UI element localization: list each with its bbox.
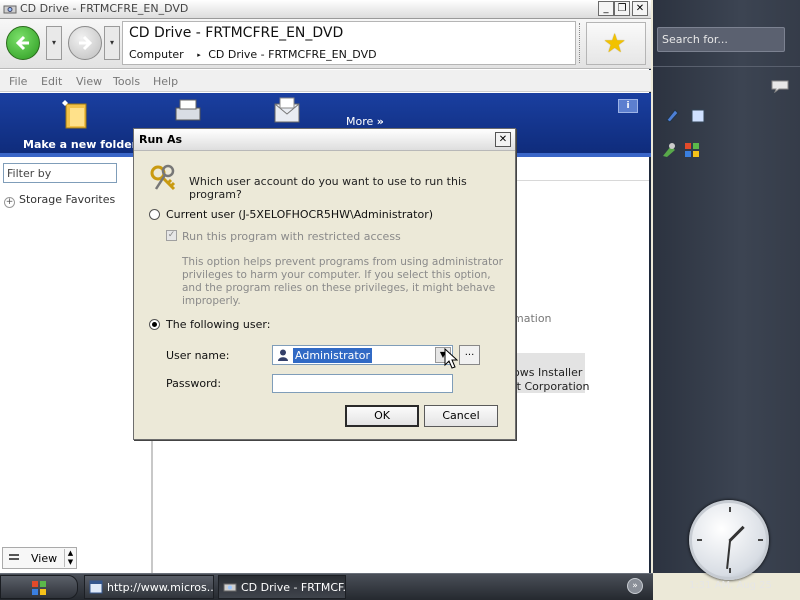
file-company-text: ft Corporation — [513, 380, 590, 393]
breadcrumb-separator-icon[interactable]: ▸ — [197, 51, 201, 59]
favorites-button[interactable]: ★ — [586, 22, 646, 65]
cd-drive-icon — [3, 5, 17, 14]
window-title: CD Drive - FRTMCFRE_EN_DVD — [20, 2, 189, 15]
forward-button[interactable] — [68, 26, 102, 60]
minimize-button[interactable]: _ — [598, 1, 614, 16]
run-as-dialog: Run As ✕ Which user account do you want … — [133, 128, 516, 440]
view-spinner-icon[interactable]: ▲ ▼ — [64, 549, 76, 567]
user-icon — [278, 349, 288, 361]
menu-tools[interactable]: Tools — [113, 75, 140, 88]
dialog-title: Run As — [139, 133, 183, 146]
menu-view[interactable]: View — [76, 75, 102, 88]
taskbar-item-label: CD Drive - FRTMCF... — [241, 581, 346, 594]
password-label: Password: — [166, 377, 222, 390]
current-user-radio[interactable] — [149, 209, 160, 220]
address-box[interactable]: CD Drive - FRTMCFRE_EN_DVD Computer ▸ CD… — [122, 21, 576, 65]
username-combobox[interactable]: Administrator ▼ — [272, 345, 453, 365]
view-label: View — [31, 552, 58, 565]
gadget-tools-icon[interactable] — [661, 142, 677, 158]
email-icon[interactable] — [272, 96, 302, 124]
password-field[interactable] — [272, 374, 453, 393]
show-hidden-icons-button[interactable]: » — [627, 578, 643, 594]
windows-sidebar: Search for... — [653, 0, 800, 580]
back-arrow-icon — [15, 35, 29, 51]
clock-hour-hand — [728, 525, 745, 543]
expand-icon[interactable]: + — [4, 197, 15, 208]
window-titlebar[interactable]: CD Drive - FRTMCFRE_EN_DVD _ ❐ ✕ — [0, 0, 651, 19]
restricted-access-label[interactable]: Run this program with restricted access — [182, 230, 401, 243]
clock-minute-hand — [725, 540, 731, 569]
current-user-label[interactable]: Current user (J-5XELOFHOCR5HW\Administra… — [166, 208, 433, 221]
start-button[interactable] — [0, 575, 78, 599]
analog-clock[interactable] — [689, 500, 769, 580]
info-icon[interactable]: i — [618, 99, 638, 113]
address-toolbar: ▾ ▾ CD Drive - FRTMCFRE_EN_DVD Computer … — [0, 19, 651, 69]
cd-drive-icon — [223, 583, 237, 592]
back-button[interactable] — [6, 26, 40, 60]
partial-column-text: mation — [513, 312, 552, 325]
gadget-blue-icon[interactable] — [664, 108, 680, 124]
menu-bar: File Edit View Tools Help — [0, 70, 651, 92]
clock-time-label: 1:31 AM, Aug 25 — [689, 580, 772, 591]
toolbar-grip[interactable] — [579, 23, 581, 63]
view-list-icon — [9, 554, 19, 560]
printer-icon[interactable] — [170, 98, 204, 124]
browse-users-button[interactable]: ... — [459, 345, 480, 365]
sidebar-divider — [653, 66, 800, 67]
taskbar-item-browser[interactable]: http://www.micros... — [84, 575, 214, 599]
mouse-cursor-icon — [444, 348, 458, 369]
star-icon: ★ — [603, 29, 627, 59]
new-folder-task[interactable]: Make a new folder — [23, 138, 137, 151]
chat-bubble-icon[interactable] — [771, 80, 789, 93]
menu-file[interactable]: File — [9, 75, 27, 88]
username-value: Administrator — [293, 348, 372, 363]
dialog-question: Which user account do you want to use to… — [189, 175, 467, 201]
taskbar-item-label: http://www.micros... — [107, 581, 214, 594]
dialog-close-button[interactable]: ✕ — [495, 132, 511, 147]
cancel-button[interactable]: Cancel — [424, 405, 498, 427]
address-title: CD Drive - FRTMCFRE_EN_DVD — [129, 25, 344, 41]
more-label: More — [346, 115, 374, 128]
restricted-access-explanation: This option helps prevent programs from … — [182, 256, 503, 307]
file-description-text: ows Installer — [513, 366, 583, 379]
taskbar: http://www.micros... CD Drive - FRTMCF..… — [0, 573, 653, 600]
breadcrumb: Computer ▸ CD Drive - FRTMCFRE_EN_DVD — [129, 48, 377, 61]
filter-input[interactable]: Filter by — [3, 163, 117, 183]
menu-edit[interactable]: Edit — [41, 75, 62, 88]
radio-selected-dot — [152, 322, 157, 327]
maximize-button[interactable]: ❐ — [614, 1, 630, 16]
browser-icon — [89, 580, 103, 594]
navigation-pane: Filter by + Storage Favorites View ▲ ▼ — [0, 157, 153, 573]
breadcrumb-computer[interactable]: Computer — [129, 48, 184, 61]
sidebar-search-input[interactable]: Search for... — [657, 27, 785, 52]
storage-favorites-label: Storage Favorites — [19, 193, 116, 206]
gadget-notes-icon[interactable] — [690, 108, 706, 124]
more-tasks-button[interactable]: More » — [346, 115, 384, 128]
new-folder-icon[interactable] — [62, 98, 90, 130]
following-user-label[interactable]: The following user: — [166, 318, 270, 331]
back-dropdown-button[interactable]: ▾ — [46, 26, 62, 60]
following-user-radio[interactable] — [149, 319, 160, 330]
menu-help[interactable]: Help — [153, 75, 178, 88]
storage-favorites-item[interactable]: + Storage Favorites — [4, 193, 115, 208]
close-button[interactable]: ✕ — [632, 1, 648, 16]
username-label: User name: — [166, 349, 230, 362]
restricted-access-checkbox[interactable]: ✓ — [166, 230, 177, 241]
keys-icon — [150, 164, 176, 191]
view-button[interactable]: View ▲ ▼ — [2, 547, 77, 569]
ok-button[interactable]: OK — [345, 405, 419, 427]
forward-dropdown-button[interactable]: ▾ — [104, 26, 120, 60]
dialog-titlebar[interactable]: Run As ✕ — [134, 129, 515, 151]
breadcrumb-cd-drive[interactable]: CD Drive - FRTMCFRE_EN_DVD — [208, 48, 376, 61]
taskbar-item-cd-drive[interactable]: CD Drive - FRTMCF... — [218, 575, 346, 599]
windows-logo-icon — [32, 581, 46, 595]
windows-flag-icon[interactable] — [684, 142, 700, 158]
double-chevron-icon: » — [376, 115, 384, 128]
forward-arrow-icon — [79, 35, 93, 51]
